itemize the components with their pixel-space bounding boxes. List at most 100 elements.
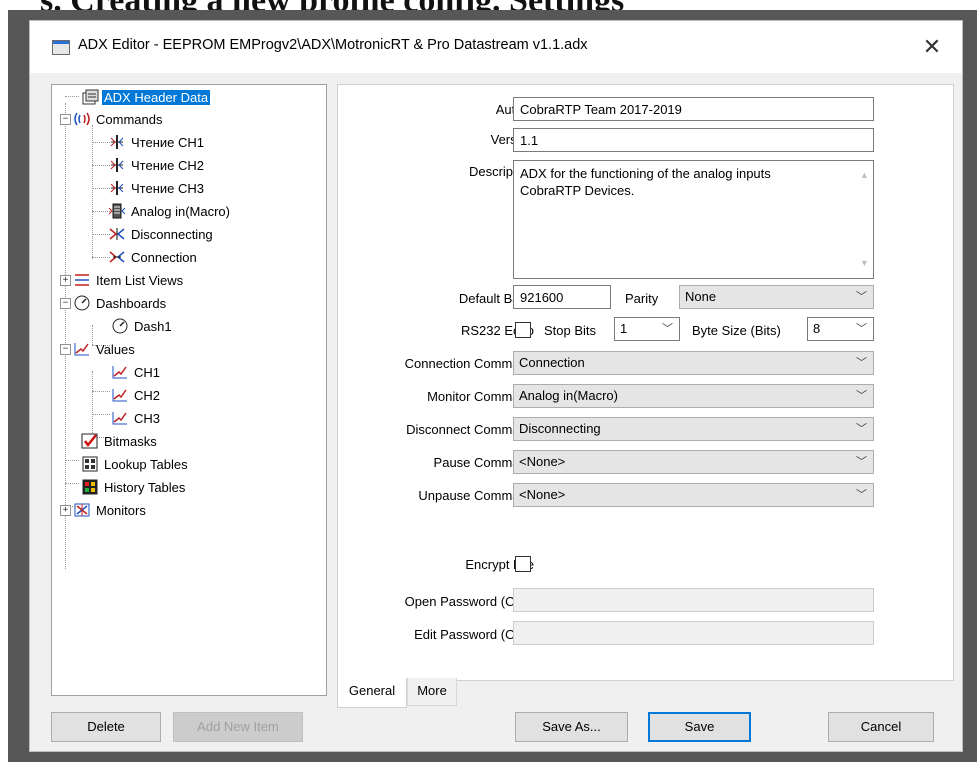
general-settings-panel: Author CobraRTP Team 2017-2019 Version 1…: [337, 84, 954, 681]
tree-item-connection[interactable]: Connection: [107, 247, 199, 267]
tree-item-value-ch3[interactable]: CH3: [110, 408, 162, 428]
tree-label: Dash1: [134, 318, 172, 334]
tree-label: CH1: [134, 364, 161, 380]
tree-line: [92, 125, 93, 259]
connection-command-value: Connection: [519, 355, 585, 370]
tab-general[interactable]: General: [337, 678, 407, 708]
command-icon: [107, 179, 127, 197]
tree-item-monitors[interactable]: Monitors: [72, 500, 148, 520]
tree-item-commands[interactable]: Commands: [72, 109, 164, 129]
title-bar[interactable]: ADX Editor - EEPROM EMProgv2\ADX\Motroni…: [30, 21, 962, 73]
tree-label: Bitmasks: [104, 433, 157, 449]
graph-icon: [110, 386, 130, 404]
delete-button[interactable]: Delete: [51, 712, 161, 742]
encrypt-file-checkbox[interactable]: [515, 556, 531, 572]
tree-label: Dashboards: [96, 295, 167, 311]
tree-label: CH2: [134, 387, 161, 403]
save-as-button[interactable]: Save As...: [515, 712, 628, 742]
tree-item-adx-header-data[interactable]: ADX Header Data: [80, 87, 211, 107]
tree-item-read-ch2[interactable]: Чтение CH2: [107, 155, 206, 175]
rs232-echo-checkbox[interactable]: [515, 322, 531, 338]
adx-editor-window: ADX Editor - EEPROM EMProgv2\ADX\Motroni…: [29, 20, 963, 752]
tree-label: Values: [96, 341, 135, 357]
chevron-down-icon: ﹀: [856, 357, 867, 369]
monitor-command-select[interactable]: Analog in(Macro) ﹀: [513, 384, 874, 408]
tree-label: Commands: [96, 111, 163, 127]
values-collapse-toggle[interactable]: −: [60, 344, 71, 355]
description-textarea[interactable]: ADX for the functioning of the analog in…: [513, 160, 874, 279]
tree-label: Item List Views: [96, 272, 184, 288]
tree-item-read-ch3[interactable]: Чтение CH3: [107, 178, 206, 198]
tree-line: [65, 96, 79, 97]
author-field[interactable]: CobraRTP Team 2017-2019: [513, 97, 874, 121]
tree-item-history-tables[interactable]: History Tables: [80, 477, 187, 497]
tree-item-disconnecting[interactable]: Disconnecting: [107, 224, 215, 244]
gauge-icon: [110, 317, 130, 335]
tree-item-read-ch1[interactable]: Чтение CH1: [107, 132, 206, 152]
tree-item-value-ch2[interactable]: CH2: [110, 385, 162, 405]
tree-label: Analog in(Macro): [131, 203, 230, 219]
tree-item-dash1[interactable]: Dash1: [110, 316, 174, 336]
byte-size-label: Byte Size (Bits): [692, 323, 781, 338]
scroll-down-icon[interactable]: ▼: [860, 255, 869, 272]
connection-command-select[interactable]: Connection ﹀: [513, 351, 874, 375]
command-icon: [107, 133, 127, 151]
checkmark-icon: [80, 432, 100, 450]
monitors-expand-toggle[interactable]: +: [60, 505, 71, 516]
gauge-icon: [72, 294, 92, 312]
tree-item-values[interactable]: Values: [72, 339, 137, 359]
tree-label: Чтение CH2: [131, 157, 204, 173]
pause-command-select[interactable]: <None> ﹀: [513, 450, 874, 474]
unpause-command-select[interactable]: <None> ﹀: [513, 483, 874, 507]
tree-line: [92, 371, 93, 437]
tree-item-lookup-tables[interactable]: Lookup Tables: [80, 454, 190, 474]
default-baud-field[interactable]: 921600: [513, 285, 611, 309]
tab-more[interactable]: More: [407, 678, 457, 706]
tree-item-item-list-views[interactable]: Item List Views: [72, 270, 185, 290]
tree-line: [65, 103, 66, 569]
close-button[interactable]: ✕: [914, 31, 950, 63]
dashboards-collapse-toggle[interactable]: −: [60, 298, 71, 309]
adx-tree-view[interactable]: − + − − + ADX Header Data Commands Чтени…: [51, 84, 327, 696]
add-new-item-button[interactable]: Add New Item: [173, 712, 303, 742]
chevron-down-icon: ﹀: [662, 323, 673, 335]
description-scrollbar[interactable]: ▲ ▼: [856, 161, 873, 278]
byte-size-select[interactable]: 8 ﹀: [807, 317, 874, 341]
commands-collapse-toggle[interactable]: −: [60, 114, 71, 125]
parity-select[interactable]: None ﹀: [679, 285, 874, 309]
lookup-table-icon: [80, 455, 100, 473]
tree-label: ADX Header Data: [102, 89, 211, 105]
tree-line: [92, 391, 110, 392]
disconnect-command-select[interactable]: Disconnecting ﹀: [513, 417, 874, 441]
history-table-icon: [80, 478, 100, 496]
chevron-down-icon: ﹀: [856, 323, 867, 335]
chevron-down-icon: ﹀: [856, 291, 867, 303]
chevron-down-icon: ﹀: [856, 456, 867, 468]
connect-icon: [107, 248, 127, 266]
monitor-command-value: Analog in(Macro): [519, 388, 618, 403]
command-icon: [107, 156, 127, 174]
pause-command-value: <None>: [519, 454, 566, 469]
chevron-down-icon: ﹀: [856, 489, 867, 501]
chevron-down-icon: ﹀: [856, 423, 867, 435]
app-icon: [52, 40, 70, 55]
open-password-field[interactable]: [513, 588, 874, 612]
description-text: ADX for the functioning of the analog in…: [520, 166, 771, 198]
item-list-views-expand-toggle[interactable]: +: [60, 275, 71, 286]
tree-label: Чтение CH3: [131, 180, 204, 196]
parity-value: None: [685, 289, 717, 304]
tree-label: Connection: [131, 249, 197, 265]
tree-item-value-ch1[interactable]: CH1: [110, 362, 162, 382]
tree-item-bitmasks[interactable]: Bitmasks: [80, 431, 159, 451]
save-button[interactable]: Save: [648, 712, 751, 742]
scroll-up-icon[interactable]: ▲: [860, 167, 869, 184]
graph-icon: [110, 409, 130, 427]
tree-item-dashboards[interactable]: Dashboards: [72, 293, 168, 313]
macro-icon: [107, 202, 127, 220]
tree-item-analog-in-macro[interactable]: Analog in(Macro): [107, 201, 232, 221]
cancel-button[interactable]: Cancel: [828, 712, 934, 742]
stop-bits-select[interactable]: 1 ﹀: [614, 317, 680, 341]
tree-label: History Tables: [104, 479, 186, 495]
edit-password-field[interactable]: [513, 621, 874, 645]
version-field[interactable]: 1.1: [513, 128, 874, 152]
